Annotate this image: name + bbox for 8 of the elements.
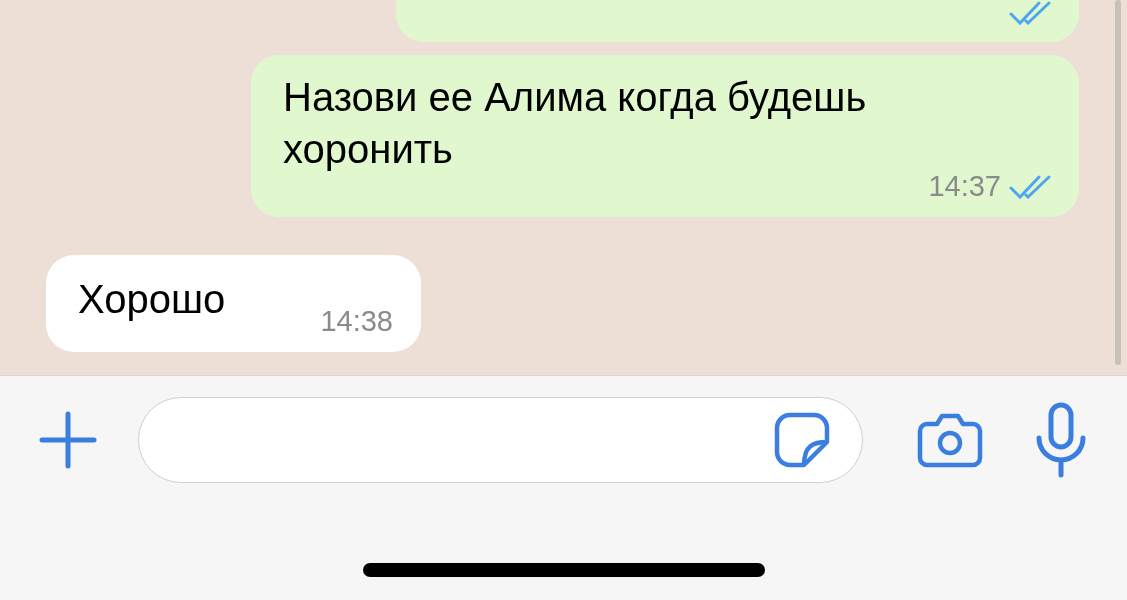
- message-time: 14:38: [320, 307, 393, 336]
- message-text: Хорошо: [78, 277, 226, 321]
- sticker-icon[interactable]: [774, 412, 830, 468]
- microphone-icon[interactable]: [1035, 402, 1087, 478]
- message-time: 14:37: [928, 172, 1001, 201]
- plus-icon[interactable]: [38, 410, 98, 470]
- camera-icon[interactable]: [917, 412, 983, 468]
- message-text: Назови ее Алима когда будешь хоронить: [283, 75, 867, 171]
